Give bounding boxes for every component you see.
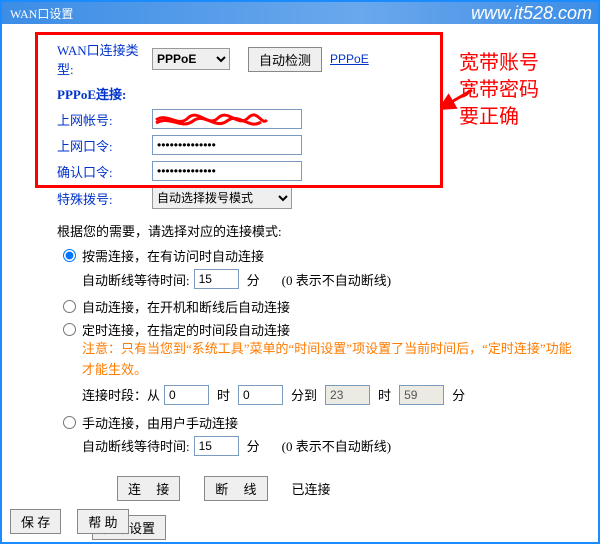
idle4-label: 自动断线等待时间: <box>82 436 190 455</box>
username-label: 上网帐号: <box>22 110 152 129</box>
range-label: 连接时段：从 <box>82 385 160 404</box>
to-hour-input <box>325 385 370 405</box>
mode-on-demand-radio[interactable] <box>63 249 76 262</box>
special-dial-label: 特殊拨号: <box>22 189 152 208</box>
mode-scheduled-label: 定时连接，在指定的时间段自动连接 <box>82 320 578 339</box>
mode-scheduled-radio[interactable] <box>63 323 76 336</box>
pppoe-section-title: PPPoE连接: <box>22 84 578 103</box>
mode-auto-radio[interactable] <box>63 300 76 313</box>
idle1-input[interactable] <box>194 269 239 289</box>
disconnect-button[interactable]: 断 线 <box>204 476 267 501</box>
idle4-unit: 分 <box>247 436 260 455</box>
wan-type-select[interactable]: PPPoE <box>152 48 230 70</box>
idle4-hint: (0 表示不自动断线) <box>282 436 391 455</box>
mode-manual-radio[interactable] <box>63 416 76 429</box>
window-title: WAN口设置 <box>10 5 73 22</box>
idle1-label: 自动断线等待时间: <box>82 270 190 289</box>
idle4-input[interactable] <box>194 436 239 456</box>
username-input[interactable] <box>152 109 302 129</box>
special-dial-select[interactable]: 自动选择拨号模式 <box>152 187 292 209</box>
save-button[interactable]: 保 存 <box>10 509 61 534</box>
connect-button[interactable]: 连 接 <box>117 476 180 501</box>
help-button[interactable]: 帮 助 <box>77 509 128 534</box>
password-label: 上网口令: <box>22 136 152 155</box>
to-min-input <box>399 385 444 405</box>
from-hour-input[interactable] <box>164 385 209 405</box>
auto-detect-button[interactable]: 自动检测 <box>248 47 322 72</box>
m-unit-2: 分 <box>452 385 465 404</box>
mode-intro: 根据您的需要，请选择对应的连接模式: <box>57 221 578 240</box>
connection-status: 已连接 <box>292 479 331 498</box>
confirm-password-input[interactable] <box>152 161 302 181</box>
mode-auto-label: 自动连接，在开机和断线后自动连接 <box>82 297 578 316</box>
wan-type-label: WAN口连接类型: <box>22 40 152 78</box>
confirm-password-label: 确认口令: <box>22 162 152 181</box>
h-unit-2: 时 <box>378 385 391 404</box>
title-bar: WAN口设置 www.it528.com <box>2 2 598 24</box>
password-input[interactable] <box>152 135 302 155</box>
scheduled-note: 注意：只有当您到“系统工具”菜单的“时间设置”项设置了当前时间后，“定时连接”功… <box>82 339 578 381</box>
pppoe-link[interactable]: PPPoE <box>330 52 369 66</box>
watermark: www.it528.com <box>471 3 592 24</box>
idle1-unit: 分 <box>247 270 260 289</box>
h-unit-1: 时 <box>217 385 230 404</box>
idle1-hint: (0 表示不自动断线) <box>282 270 391 289</box>
from-min-input[interactable] <box>238 385 283 405</box>
mode-manual-label: 手动连接，由用户手动连接 <box>82 413 578 432</box>
m-unit-1: 分到 <box>291 385 317 404</box>
mode-on-demand-label: 按需连接，在有访问时自动连接 <box>82 246 578 265</box>
